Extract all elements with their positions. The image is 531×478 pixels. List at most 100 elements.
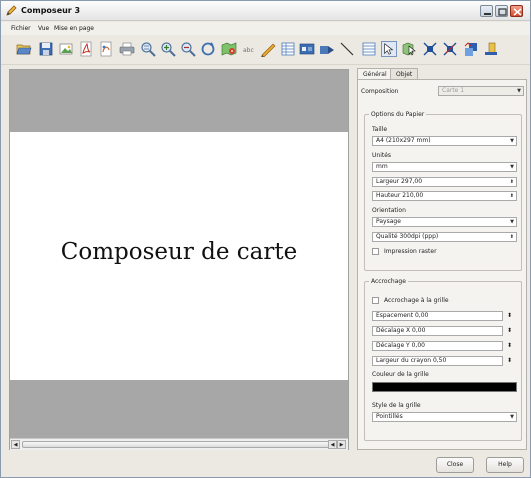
chevron-down-icon: ▼ xyxy=(517,88,521,94)
spin-arrows-icon[interactable]: ⬍ xyxy=(507,357,512,364)
horizontal-scrollbar[interactable]: ◀ ◀ ▶ xyxy=(10,438,348,450)
lower-icon[interactable] xyxy=(483,41,499,57)
minimize-icon xyxy=(484,13,491,15)
refresh-icon[interactable] xyxy=(200,41,216,57)
group-icon[interactable] xyxy=(422,41,438,57)
add-attribute-table-icon[interactable] xyxy=(361,41,377,57)
open-icon[interactable] xyxy=(16,41,32,57)
menu-fichier[interactable]: Fichier xyxy=(11,25,31,32)
taille-combo[interactable]: A4 (210x297 mm) ▼ xyxy=(372,136,517,146)
decalage-x-spinbox[interactable]: Décalage X 0,00 xyxy=(372,326,503,336)
minimize-button[interactable] xyxy=(480,5,493,17)
canvas-page[interactable]: Composeur de carte xyxy=(10,132,348,380)
unites-combo[interactable]: mm ▼ xyxy=(372,162,517,172)
qualite-spinbox[interactable]: Qualité 300dpi (ppp) ⬍ xyxy=(372,232,517,242)
scrollbar-thumb[interactable] xyxy=(22,441,332,448)
zoom-full-icon[interactable] xyxy=(140,41,156,57)
help-button[interactable]: Help xyxy=(486,457,524,473)
impression-raster-label: Impression raster xyxy=(384,248,437,255)
spin-arrows-icon[interactable]: ⬍ xyxy=(507,342,512,349)
largeur-spinbox[interactable]: Largeur 297,00 ⬍ xyxy=(372,177,517,187)
add-arrow-icon[interactable] xyxy=(339,41,355,57)
canvas-margin-top xyxy=(10,70,348,132)
paper-options-group: Options du Papier Taille A4 (210x297 mm)… xyxy=(364,111,522,271)
qualite-value: Qualité 300dpi (ppp) xyxy=(376,233,439,240)
maximize-button[interactable] xyxy=(495,5,508,17)
espacement-value: Espacement 0,00 xyxy=(376,312,429,319)
unites-label: Unités xyxy=(372,152,392,159)
paper-group-title: Options du Papier xyxy=(369,111,427,118)
accrochage-grille-label: Accrochage à la grille xyxy=(384,297,449,304)
chevron-down-icon: ▼ xyxy=(510,138,514,144)
add-legend-icon[interactable] xyxy=(299,41,315,57)
close-icon xyxy=(513,8,522,16)
composition-label: Composition xyxy=(361,88,399,95)
export-image-icon[interactable] xyxy=(58,41,74,57)
orientation-label: Orientation xyxy=(372,207,406,214)
add-label-icon[interactable]: abc xyxy=(241,41,257,57)
unites-value: mm xyxy=(376,163,388,170)
ungroup-icon[interactable] xyxy=(442,41,458,57)
spin-arrows-icon[interactable]: ⬍ xyxy=(507,312,512,319)
decalage-x-value: Décalage X 0,00 xyxy=(376,327,426,334)
hauteur-value: Hauteur 210,00 xyxy=(376,192,424,199)
grid-color-button[interactable] xyxy=(372,382,517,392)
chevron-down-icon: ▼ xyxy=(510,219,514,225)
maximize-icon xyxy=(498,8,507,16)
add-map-icon[interactable] xyxy=(221,41,237,57)
select-icon[interactable] xyxy=(381,41,397,57)
svg-text:abc: abc xyxy=(243,47,254,54)
zoom-in-icon[interactable] xyxy=(160,41,176,57)
window-title: Composeur 3 xyxy=(21,6,81,15)
scroll-left-arrow[interactable]: ◀ xyxy=(11,440,20,449)
menu-bar: Fichier Vue Mise en page xyxy=(1,22,530,35)
raise-icon[interactable] xyxy=(463,41,479,57)
spin-arrows-icon[interactable]: ⬍ xyxy=(507,327,512,334)
properties-panel: Général Objet Composition Carte 1 ▼ Opti… xyxy=(357,68,527,450)
composition-value: Carte 1 xyxy=(442,87,465,94)
largeur-crayon-spinbox[interactable]: Largeur du crayon 0,50 xyxy=(372,356,503,366)
chevron-down-icon: ▼ xyxy=(510,164,514,170)
couleur-grille-label: Couleur de la grille xyxy=(372,371,429,378)
spin-arrows-icon[interactable]: ⬍ xyxy=(510,192,514,200)
accrochage-group: Accrochage Accrochage à la grille Espace… xyxy=(364,278,522,441)
scroll-right-arrow[interactable]: ▶ xyxy=(337,440,346,449)
taille-value: A4 (210x297 mm) xyxy=(376,137,431,144)
orientation-combo[interactable]: Paysage ▼ xyxy=(372,217,517,227)
add-shape-icon[interactable] xyxy=(260,41,276,57)
impression-raster-checkbox[interactable] xyxy=(372,248,379,255)
export-pdf-icon[interactable] xyxy=(78,41,94,57)
spin-arrows-icon[interactable]: ⬍ xyxy=(510,233,514,241)
toolbar: abc xyxy=(1,35,530,65)
move-content-icon[interactable] xyxy=(401,41,417,57)
menu-mise-en-page[interactable]: Mise en page xyxy=(54,25,94,32)
hauteur-spinbox[interactable]: Hauteur 210,00 ⬍ xyxy=(372,191,517,201)
decalage-y-value: Décalage Y 0,00 xyxy=(376,342,425,349)
largeur-value: Largeur 297,00 xyxy=(376,178,423,185)
espacement-spinbox[interactable]: Espacement 0,00 xyxy=(372,311,503,321)
spin-arrows-icon[interactable]: ⬍ xyxy=(510,178,514,186)
composer-canvas[interactable]: Composeur de carte ◀ ◀ ▶ xyxy=(9,69,349,450)
largeur-crayon-value: Largeur du crayon 0,50 xyxy=(376,357,447,364)
zoom-out-icon[interactable] xyxy=(180,41,196,57)
add-table-icon[interactable] xyxy=(280,41,296,57)
accrochage-grille-checkbox[interactable] xyxy=(372,297,379,304)
canvas-margin-bottom xyxy=(10,380,348,438)
print-icon[interactable] xyxy=(119,41,135,57)
orientation-value: Paysage xyxy=(376,218,401,225)
save-icon[interactable] xyxy=(38,41,54,57)
menu-vue[interactable]: Vue xyxy=(38,25,49,32)
style-grille-value: Pointillés xyxy=(376,413,403,420)
close-window-button[interactable] xyxy=(510,5,523,17)
style-grille-combo[interactable]: Pointillés ▼ xyxy=(372,412,517,422)
composition-combo[interactable]: Carte 1 ▼ xyxy=(438,86,524,96)
scroll-left-arrow-2[interactable]: ◀ xyxy=(328,440,337,449)
decalage-y-spinbox[interactable]: Décalage Y 0,00 xyxy=(372,341,503,351)
export-svg-icon[interactable] xyxy=(98,41,114,57)
app-pencil-icon xyxy=(6,5,17,16)
title-bar: Composeur 3 xyxy=(1,1,530,21)
add-scalebar-icon[interactable] xyxy=(319,41,335,57)
composer-window: Composeur 3 Fichier Vue Mise en page abc xyxy=(0,0,531,478)
taille-label: Taille xyxy=(372,126,388,133)
close-button[interactable]: Close xyxy=(436,457,474,473)
